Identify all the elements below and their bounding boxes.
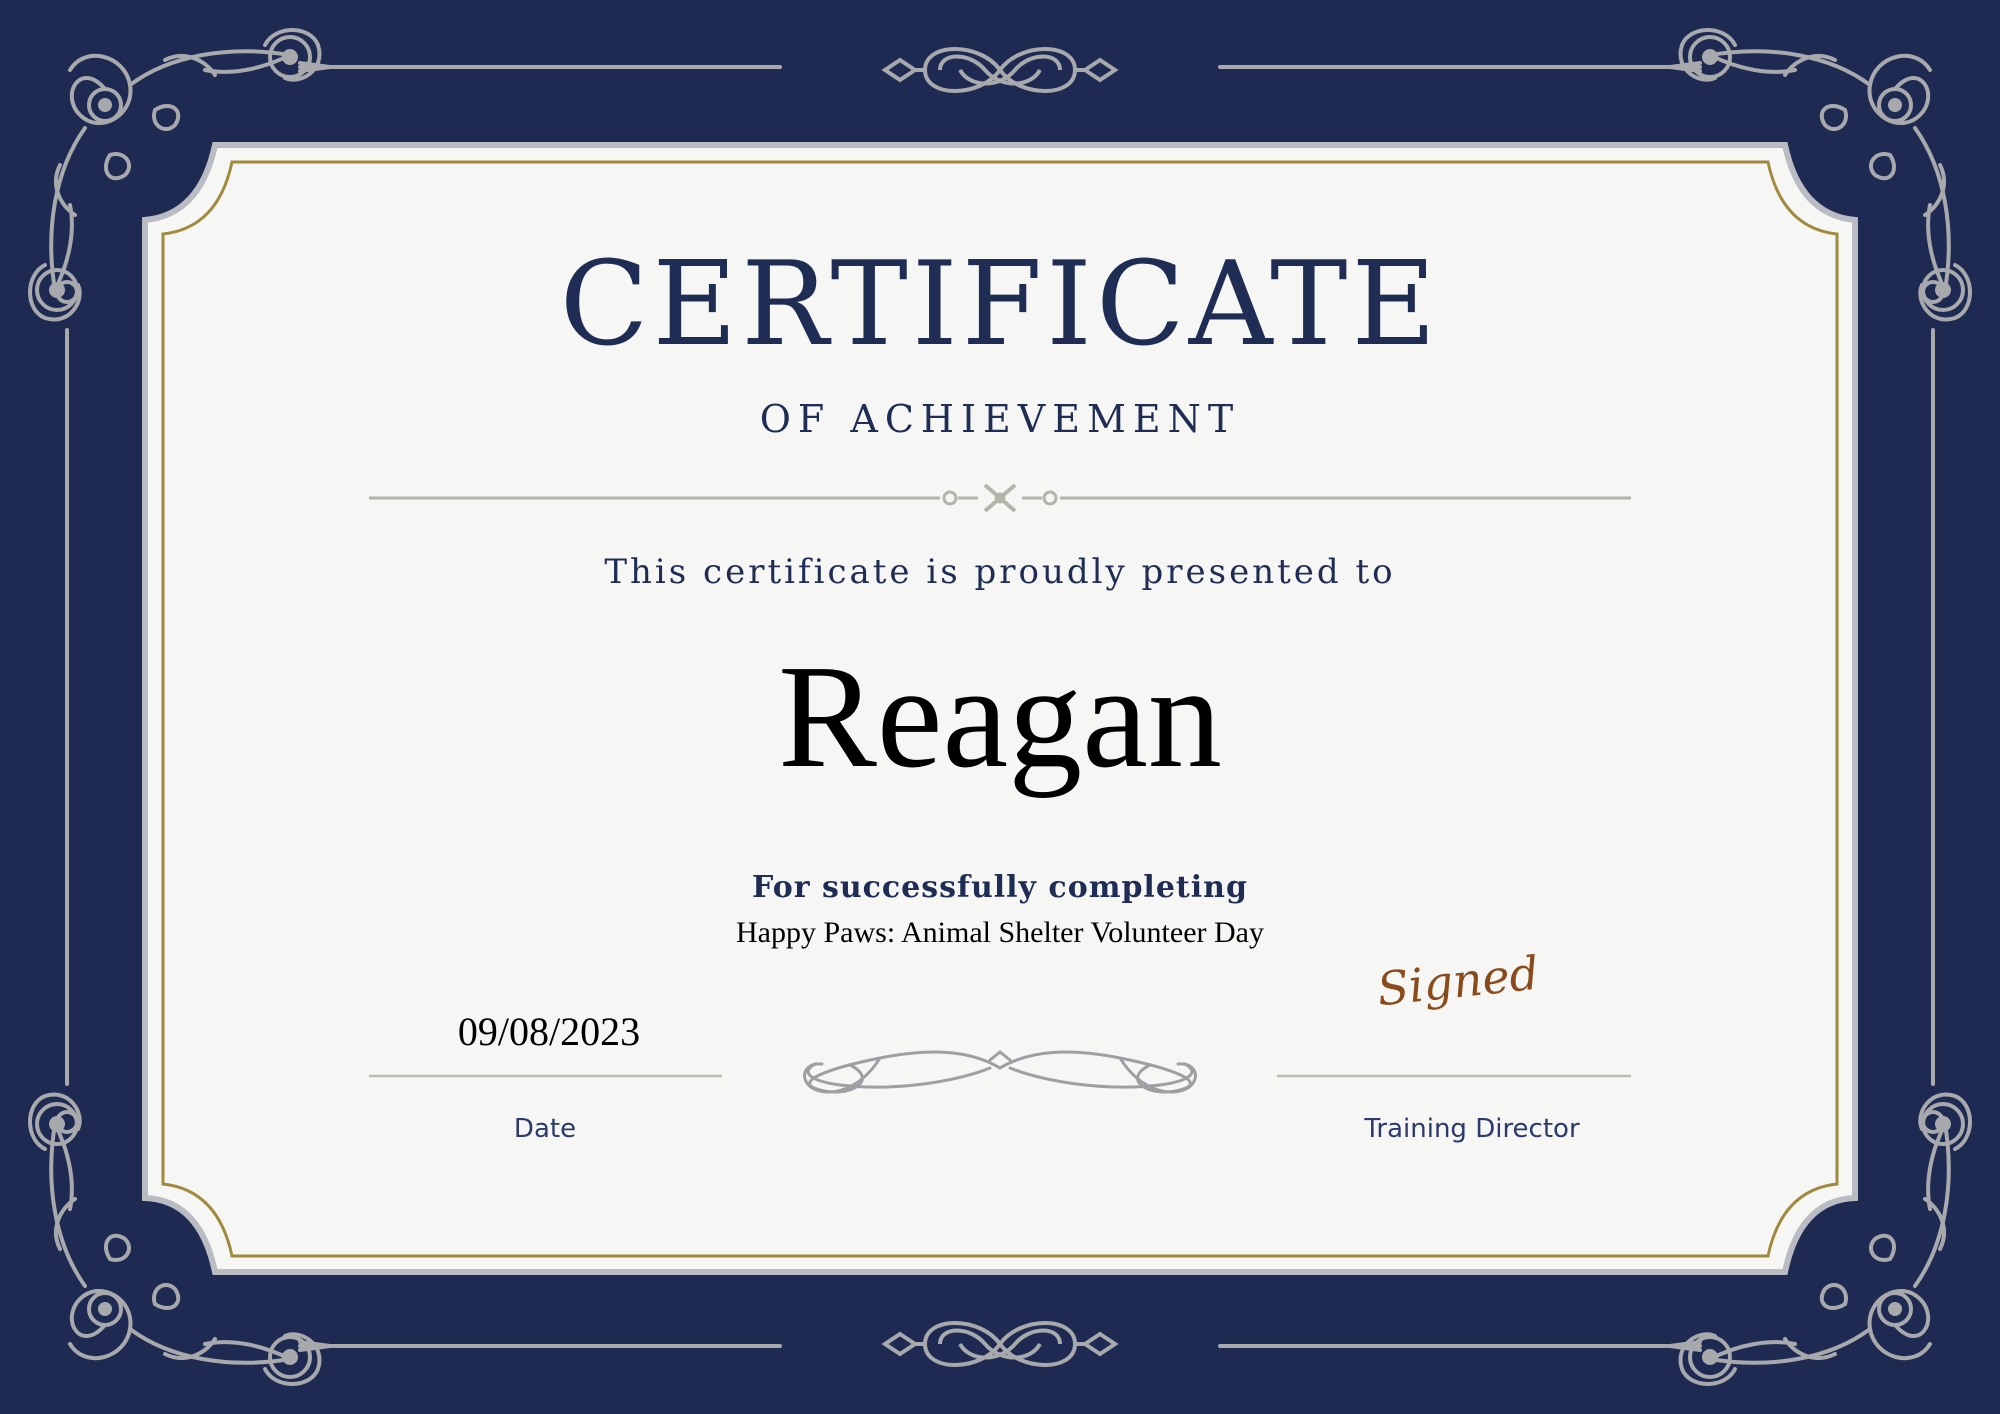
presented-to-text: This certificate is proudly presented to: [604, 552, 1396, 592]
date-value: 09/08/2023: [457, 1009, 641, 1054]
event-name: Happy Paws: Animal Shelter Volunteer Day: [736, 916, 1264, 949]
certificate-title: CERTIFICATE: [559, 237, 1441, 372]
signature-label: Training Director: [1364, 1114, 1580, 1144]
certificate-subtitle: OF ACHIEVEMENT: [759, 397, 1241, 441]
date-label: Date: [513, 1114, 577, 1144]
recipient-name: Reagan: [778, 635, 1222, 799]
completion-reason-heading: For successfully completing: [752, 870, 1248, 905]
